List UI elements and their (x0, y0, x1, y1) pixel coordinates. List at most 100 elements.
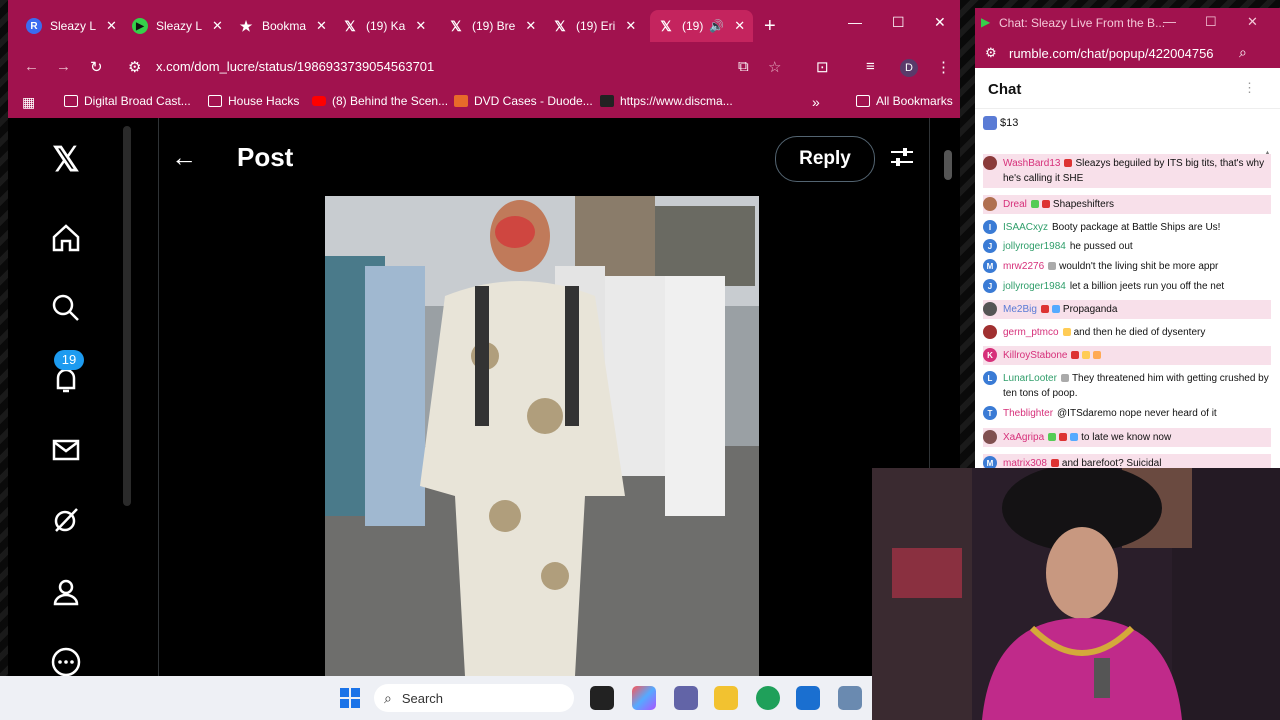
maximize-icon[interactable]: ☐ (1205, 14, 1217, 30)
new-tab-button[interactable]: + (764, 10, 776, 42)
chat-username[interactable]: jollyroger1984 (1003, 281, 1066, 292)
sidebar-scrollbar[interactable] (123, 126, 131, 506)
badge-icon (1030, 200, 1039, 209)
reply-button[interactable]: Reply (775, 136, 875, 182)
tab-2[interactable]: ▶ Sleazy L ✕ (132, 10, 223, 42)
task-view-icon[interactable] (590, 686, 614, 710)
user-avatar: K (983, 348, 997, 362)
chat-username[interactable]: XaAgripa (1003, 432, 1044, 443)
profile-avatar[interactable]: D (900, 59, 918, 77)
close-icon[interactable]: ✕ (734, 18, 745, 34)
tab-1[interactable]: R Sleazy L ✕ (26, 10, 117, 42)
bookmark-item[interactable]: (8) Behind the Scen... (312, 94, 448, 108)
close-icon[interactable]: ✕ (106, 18, 117, 34)
bookmark-star-icon[interactable]: ☆ (768, 58, 781, 76)
edge-icon[interactable] (756, 686, 780, 710)
home-icon[interactable] (48, 220, 84, 256)
pinned-rant[interactable]: $13 (983, 116, 1018, 130)
tab-6[interactable]: 𝕏 (19) Eri ✕ (552, 10, 636, 42)
more-icon[interactable] (48, 644, 84, 680)
chat-text: to late we know now (1081, 432, 1172, 443)
address-bar[interactable]: x.com/dom_lucre/status/19869337390545637… (156, 59, 434, 74)
minimize-icon[interactable]: — (848, 14, 862, 30)
close-icon[interactable]: ✕ (316, 18, 327, 34)
tab-3[interactable]: ★ Bookma ✕ (238, 10, 327, 42)
bookmarks-bar: ▦ Digital Broad Cast... House Hacks (8) … (8, 86, 960, 118)
maximize-icon[interactable]: ☐ (892, 14, 905, 31)
bookmark-item[interactable]: https://www.discma... (600, 94, 733, 108)
chat-username[interactable]: Me2Big (1003, 304, 1037, 315)
tab-5[interactable]: 𝕏 (19) Bre ✕ (448, 10, 536, 42)
chat-username[interactable]: mrw2276 (1003, 261, 1044, 272)
star-icon: ★ (239, 17, 253, 34)
speaker-icon[interactable]: 🔊 (709, 19, 724, 33)
back-arrow-icon[interactable]: ← (171, 142, 197, 173)
back-icon[interactable]: ← (24, 58, 39, 75)
tab-label: Sleazy L (156, 19, 203, 33)
close-window-icon[interactable]: ✕ (934, 14, 946, 31)
notification-count-badge: 19 (54, 350, 84, 370)
bookmark-item[interactable]: House Hacks (208, 94, 299, 108)
close-icon[interactable]: ✕ (212, 18, 223, 34)
close-icon[interactable]: ✕ (525, 18, 536, 34)
all-bookmarks[interactable]: All Bookmarks (856, 94, 953, 108)
search-icon: ⌕ (384, 689, 392, 706)
close-icon[interactable]: ✕ (415, 18, 426, 34)
close-icon[interactable]: ✕ (625, 18, 636, 34)
chat-menu-icon[interactable]: ⋮ (1243, 80, 1256, 96)
chat-message: T Theblighter @ITSdaremo nope never heard… (983, 406, 1271, 421)
site-info-icon[interactable]: ⚙ (128, 58, 141, 76)
windows-start-icon[interactable] (340, 688, 360, 713)
bookmark-item[interactable]: DVD Cases - Duode... (454, 94, 593, 108)
post-video[interactable] (325, 196, 759, 676)
search-icon[interactable] (48, 290, 84, 326)
chat-popup-window: ▶ Chat: Sleazy Live From the B... — ☐ ✕ … (975, 8, 1280, 472)
page-scrollbar[interactable] (944, 150, 952, 180)
chat-username[interactable]: ISAACxyz (1003, 222, 1048, 233)
adjust-icon[interactable] (889, 144, 915, 177)
chat-username[interactable]: Theblighter (1003, 408, 1053, 419)
badge-icon (1040, 305, 1049, 314)
apps-grid-icon[interactable]: ▦ (22, 94, 35, 111)
chat-username[interactable]: LunarLooter (1003, 373, 1057, 384)
menu-kebab-icon[interactable]: ⋮ (936, 58, 951, 76)
teams-icon[interactable] (674, 686, 698, 710)
file-explorer-icon[interactable] (714, 686, 738, 710)
site-favicon-icon (454, 95, 468, 107)
site-info-icon[interactable]: ⚙ (985, 45, 997, 61)
chat-heading: Chat (988, 81, 1022, 98)
chat-username[interactable]: Dreal (1003, 199, 1027, 210)
chat-titlebar: ▶ Chat: Sleazy Live From the B... — ☐ ✕ (975, 8, 1280, 38)
bookmark-item[interactable]: Digital Broad Cast... (64, 94, 191, 108)
messages-icon[interactable] (48, 432, 84, 468)
store-icon[interactable] (796, 686, 820, 710)
emote-icon (1093, 351, 1102, 360)
chat-username[interactable]: WashBard13 (1003, 158, 1060, 169)
tab-search-icon[interactable]: ⊡ (816, 58, 829, 76)
zoom-icon[interactable]: ⌕ (1239, 44, 1247, 61)
media-control-icon[interactable]: ≡ (866, 58, 875, 75)
chat-username[interactable]: jollyroger1984 (1003, 241, 1066, 252)
profile-icon[interactable] (48, 574, 84, 610)
chat-username[interactable]: KillroyStabone (1003, 350, 1067, 361)
user-avatar (983, 325, 997, 339)
taskbar-search[interactable]: ⌕ Search (374, 684, 574, 712)
tab-4[interactable]: 𝕏 (19) Ka ✕ (342, 10, 426, 42)
chat-text: wouldn't the living shit be more appr (1059, 261, 1219, 272)
x-logo-icon[interactable]: 𝕏 (48, 141, 84, 179)
cast-icon[interactable]: ⧉ (738, 58, 749, 75)
badge-icon (1059, 433, 1068, 442)
tab-7-active[interactable]: 𝕏 (19) 🔊 ✕ (650, 10, 754, 42)
app-icon[interactable] (838, 686, 862, 710)
grok-icon[interactable] (48, 502, 84, 538)
close-window-icon[interactable]: ✕ (1247, 14, 1258, 30)
reload-icon[interactable]: ↻ (90, 58, 103, 76)
user-avatar (983, 430, 997, 444)
chat-username[interactable]: germ_ptmco (1003, 327, 1059, 338)
minimize-icon[interactable]: — (1163, 14, 1176, 29)
webcam-overlay (872, 468, 1280, 720)
copilot-icon[interactable] (632, 686, 656, 710)
more-bookmarks-button[interactable]: » (812, 94, 820, 110)
user-avatar: L (983, 371, 997, 385)
forward-icon[interactable]: → (56, 58, 71, 75)
